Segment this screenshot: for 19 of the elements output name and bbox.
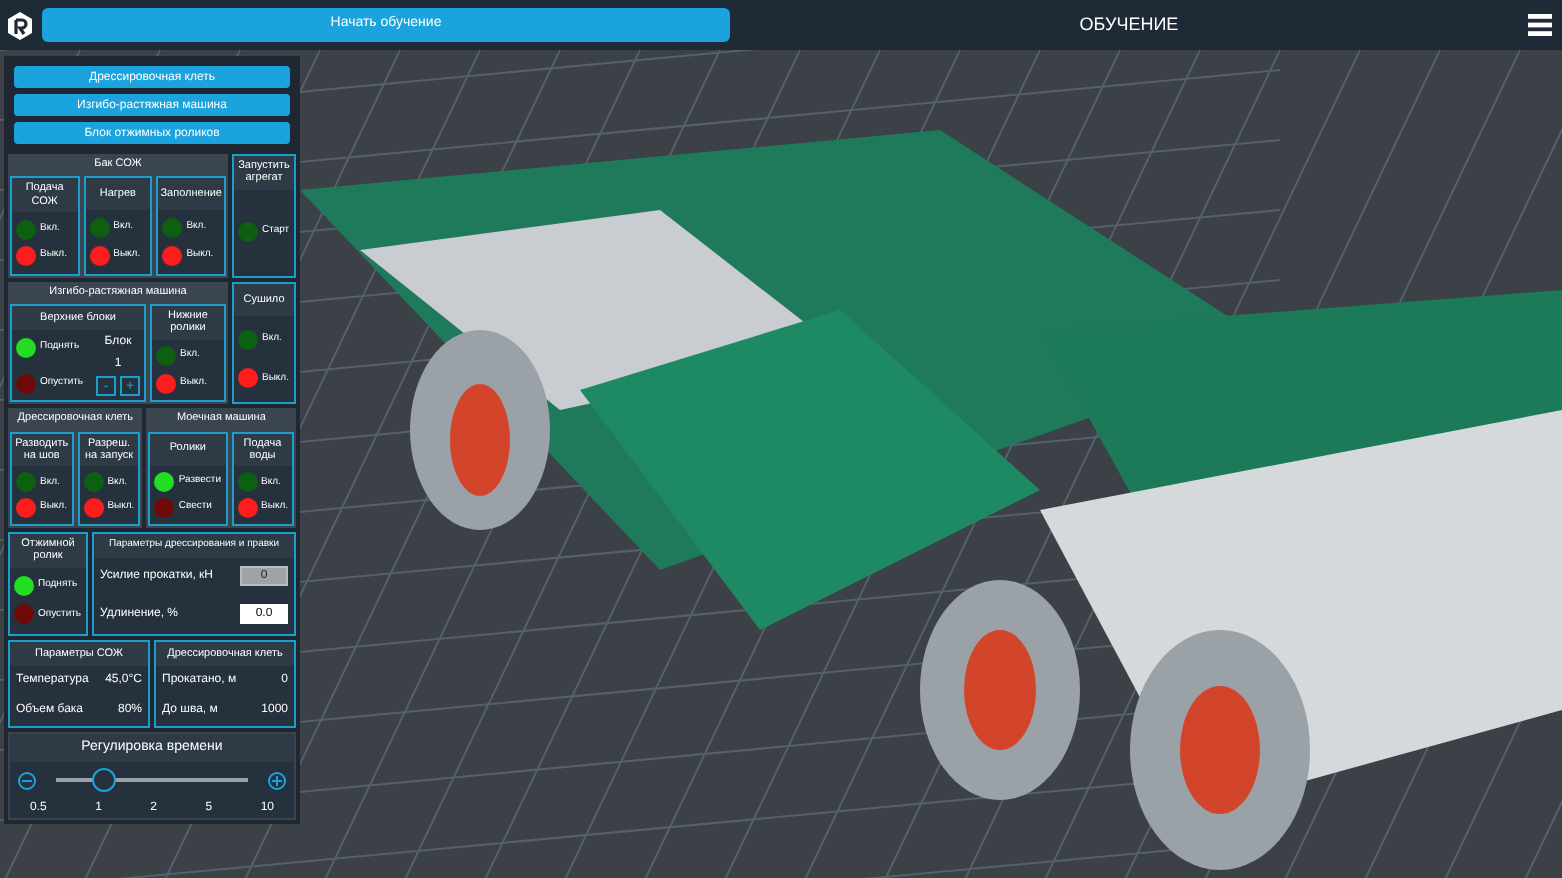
window-title: ОБУЧЕНИЕ bbox=[1079, 11, 1179, 38]
indicator-lamp[interactable] bbox=[162, 245, 183, 266]
slider-thumb[interactable] bbox=[92, 768, 116, 792]
indicator-lamp[interactable] bbox=[16, 497, 36, 518]
slower-button[interactable] bbox=[18, 771, 36, 789]
indicator-lamp[interactable] bbox=[83, 497, 104, 518]
indicator-lamp[interactable] bbox=[89, 245, 110, 266]
app-logo-icon bbox=[6, 11, 34, 39]
indicator-lamp[interactable] bbox=[154, 471, 175, 492]
indicator-lamp[interactable] bbox=[238, 368, 258, 389]
indicator-lamp[interactable] bbox=[16, 337, 36, 358]
indicator-lamp[interactable] bbox=[16, 245, 36, 266]
faster-button[interactable] bbox=[268, 771, 286, 789]
indicator-lamp[interactable] bbox=[156, 373, 176, 394]
menu-icon[interactable] bbox=[1528, 14, 1552, 36]
indicator-lamp[interactable] bbox=[237, 497, 258, 518]
indicator-lamp[interactable] bbox=[14, 575, 34, 596]
minus-icon bbox=[22, 779, 32, 781]
plus-icon bbox=[272, 775, 282, 785]
